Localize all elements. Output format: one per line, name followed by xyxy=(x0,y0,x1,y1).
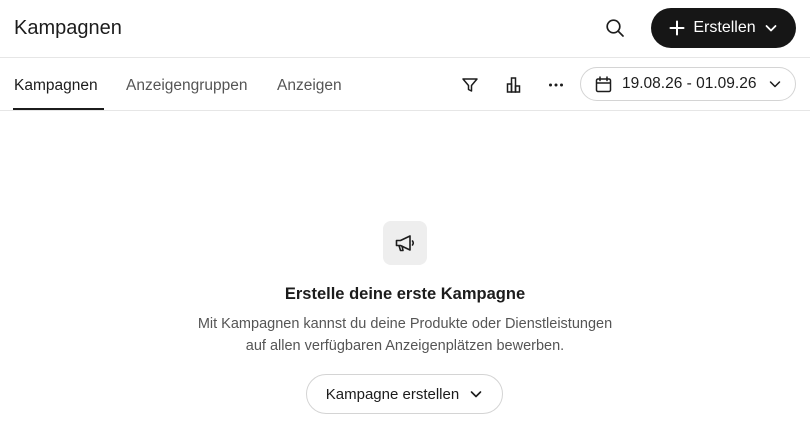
bar-chart-icon xyxy=(506,77,521,93)
create-campaign-button-label: Kampagne erstellen xyxy=(325,385,460,403)
active-tab-indicator xyxy=(13,108,104,110)
tab-anzeigen[interactable]: Anzeigen xyxy=(277,76,342,96)
empty-state-description-line: auf allen verfügbaren Anzeigenplätzen be… xyxy=(245,338,565,354)
filter-icon xyxy=(462,78,478,92)
date-range-label: 19.08.26 - 01.09.26 xyxy=(622,75,757,92)
app-header: Kampagnen Erstellen xyxy=(0,0,810,58)
empty-state-description: Mit Kampagnen kannst du deine Produkte o… xyxy=(0,313,810,357)
empty-state-title: Erstelle deine erste Kampagne xyxy=(284,285,526,303)
search-icon xyxy=(606,19,624,37)
empty-state-icon-tile xyxy=(383,221,427,265)
plus-icon xyxy=(669,20,685,36)
filter-button[interactable] xyxy=(456,71,484,99)
more-button[interactable] xyxy=(542,71,570,99)
search-button[interactable] xyxy=(600,13,630,43)
chart-button[interactable] xyxy=(500,71,528,99)
tab-kampagnen[interactable]: Kampagnen xyxy=(14,76,98,96)
more-icon xyxy=(549,83,563,87)
create-button[interactable]: Erstellen xyxy=(651,8,796,48)
create-campaign-button[interactable]: Kampagne erstellen xyxy=(306,374,503,414)
page-title: Kampagnen xyxy=(14,17,122,39)
tab-anzeigengruppen[interactable]: Anzeigengruppen xyxy=(126,76,248,96)
empty-state-description-line: Mit Kampagnen kannst du deine Produkte o… xyxy=(197,316,613,332)
megaphone-icon xyxy=(395,235,415,252)
chevron-down-icon xyxy=(770,81,781,88)
chevron-down-icon xyxy=(470,391,482,398)
chevron-down-icon xyxy=(765,25,777,32)
tab-bar: Kampagnen Anzeigengruppen Anzeigen 19.08… xyxy=(0,59,810,111)
create-button-label: Erstellen xyxy=(693,19,756,36)
calendar-icon xyxy=(595,75,612,92)
date-range-picker[interactable]: 19.08.26 - 01.09.26 xyxy=(580,67,796,101)
